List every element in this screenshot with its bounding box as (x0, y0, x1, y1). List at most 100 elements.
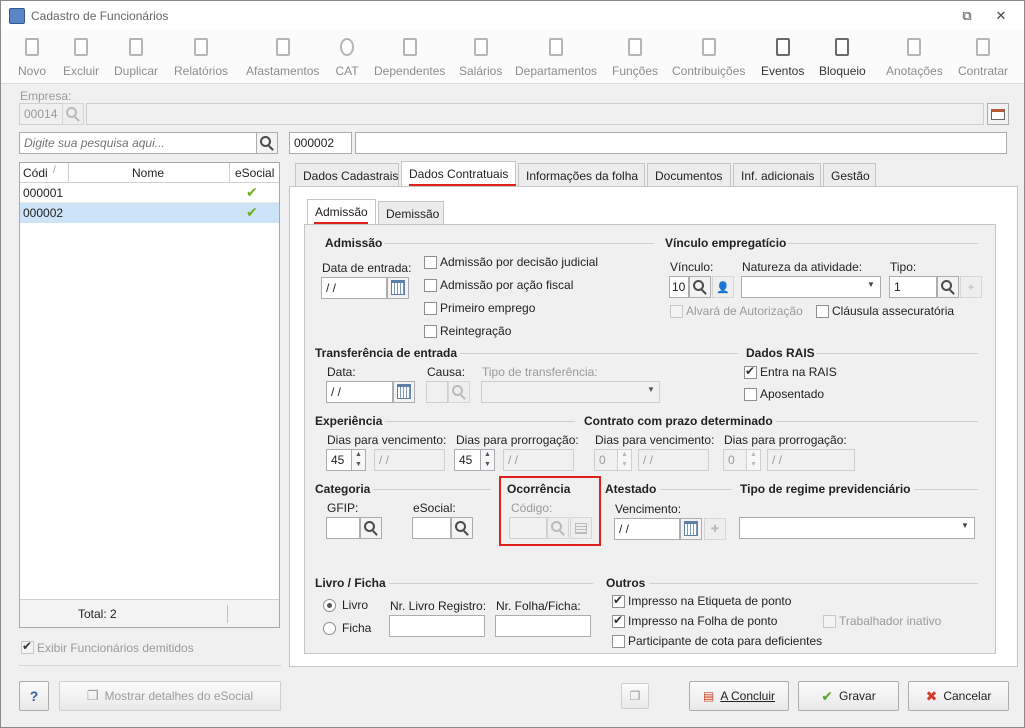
copy-button[interactable]: ❐ (621, 683, 649, 709)
gfip-search-button[interactable] (360, 517, 382, 539)
activity-nature-select[interactable] (741, 276, 881, 298)
bond-search-button[interactable] (689, 276, 711, 298)
house-icon (271, 35, 295, 61)
type-search-button[interactable] (937, 276, 959, 298)
reintegration-checkbox[interactable] (424, 325, 437, 338)
company-name-field[interactable] (86, 103, 984, 125)
book-radio[interactable] (323, 599, 336, 612)
transfer-date-calendar-button[interactable] (393, 381, 415, 403)
certificate-calendar-button[interactable] (680, 518, 702, 540)
tab-dados-cadastrais[interactable]: Dados Cadastrais (295, 163, 399, 187)
close-icon[interactable]: ✕ (991, 7, 1011, 25)
occurrence-search-button[interactable] (547, 517, 569, 539)
gfip-field[interactable] (326, 517, 360, 539)
exp-due-days-spinner[interactable]: ▲ ▼ (352, 449, 366, 471)
inactive-worker-checkbox[interactable] (823, 615, 836, 628)
badge-icon (623, 35, 647, 61)
contract-extension-days-field[interactable]: 0 (723, 449, 747, 471)
restore-icon[interactable]: ⧉ (957, 7, 977, 25)
entry-date-calendar-button[interactable] (387, 277, 409, 299)
search-button[interactable] (256, 132, 278, 154)
transfer-cause-search-button[interactable] (448, 381, 470, 403)
exp-due-date-field[interactable]: / / (374, 449, 445, 471)
transfer-cause-field[interactable] (426, 381, 448, 403)
show-dismissed-checkbox[interactable] (21, 639, 34, 654)
type-add-button[interactable]: + (960, 276, 982, 298)
certificate-due-field[interactable]: / / (614, 518, 680, 540)
duplicate-button[interactable]: Duplicar (114, 35, 158, 78)
delete-button[interactable]: Excluir (63, 35, 99, 78)
exp-extension-days-spinner[interactable]: ▲ ▼ (481, 449, 495, 471)
employee-code-field[interactable]: 000002 (289, 132, 352, 154)
first-job-checkbox[interactable] (424, 302, 437, 315)
contract-extension-days-spinner[interactable]: ▲ ▼ (747, 449, 761, 471)
assurance-clause-checkbox[interactable] (816, 305, 829, 318)
employee-name-field[interactable] (355, 132, 1007, 154)
type-field[interactable]: 1 (889, 276, 937, 298)
company-window-button[interactable] (987, 103, 1009, 125)
save-button[interactable]: ✔ Gravar (798, 681, 899, 711)
table-row[interactable]: 000001 ✔ (20, 184, 279, 203)
sheet-number-field[interactable] (495, 615, 591, 637)
subtab-demissao[interactable]: Demissão (378, 201, 444, 225)
authorization-permit-checkbox[interactable] (670, 305, 683, 318)
tab-inf-adicionais[interactable]: Inf. adicionais (733, 163, 821, 187)
enters-rais-checkbox[interactable] (744, 364, 757, 379)
fiscal-admission-checkbox[interactable] (424, 279, 437, 292)
entry-date-field[interactable]: / / (321, 277, 387, 299)
disability-quota-checkbox[interactable] (612, 635, 625, 648)
exp-due-days-field[interactable]: 45 (326, 449, 352, 471)
esocial-category-field[interactable] (412, 517, 451, 539)
contract-due-days-field[interactable]: 0 (594, 449, 618, 471)
reports-button[interactable]: Relatórios (174, 35, 228, 78)
timesheet-checkbox[interactable] (612, 613, 625, 628)
hire-button[interactable]: Contratar (958, 35, 1008, 78)
occurrence-code-field[interactable] (509, 517, 547, 539)
table-row[interactable]: 000002 ✔ (20, 203, 279, 223)
lock-button[interactable]: Bloqueio (819, 35, 866, 78)
bond-field[interactable]: 10 (669, 276, 689, 298)
company-search-button[interactable] (62, 103, 84, 125)
judicial-admission-checkbox[interactable] (424, 256, 437, 269)
transfer-type-select[interactable] (481, 381, 660, 403)
company-code-field[interactable]: 00014 (19, 103, 63, 125)
contract-due-date-field[interactable]: / / (638, 449, 709, 471)
esocial-details-button[interactable]: ❐ Mostrar detalhes do eSocial (59, 681, 281, 711)
transfer-date-field[interactable]: / / (326, 381, 393, 403)
retired-checkbox[interactable] (744, 388, 757, 401)
cancel-button[interactable]: ✖ Cancelar (908, 681, 1009, 711)
conclude-button[interactable]: ▤ A Concluir (689, 681, 789, 711)
column-esocial[interactable]: eSocial (235, 166, 274, 180)
esocial-category-search-button[interactable] (451, 517, 473, 539)
pension-regime-select[interactable] (739, 517, 975, 539)
contribution-icon (697, 35, 721, 61)
help-button[interactable]: ? (19, 681, 49, 711)
departments-button[interactable]: Departamentos (515, 35, 597, 78)
tab-gestao[interactable]: Gestão (823, 163, 876, 187)
tab-informacoes-folha[interactable]: Informações da folha (518, 163, 645, 187)
certificate-add-button[interactable]: ✚ (704, 518, 726, 540)
functions-button[interactable]: Funções (612, 35, 658, 78)
contract-extension-date-field[interactable]: / / (767, 449, 855, 471)
exp-extension-days-field[interactable]: 45 (454, 449, 481, 471)
timecard-label-checkbox[interactable] (612, 593, 625, 608)
sheet-radio[interactable] (323, 622, 336, 635)
search-input[interactable] (19, 132, 257, 154)
exp-extension-date-field[interactable]: / / (503, 449, 574, 471)
cat-button[interactable]: CAT (335, 35, 359, 78)
column-code[interactable]: Códi (23, 166, 48, 180)
leaves-button[interactable]: Afastamentos (246, 35, 319, 78)
column-name[interactable]: Nome (132, 166, 164, 180)
contributions-button[interactable]: Contribuições (672, 35, 745, 78)
notes-button[interactable]: Anotações (886, 35, 943, 78)
contract-due-days-spinner[interactable]: ▲ ▼ (618, 449, 632, 471)
occurrence-list-button[interactable] (570, 517, 592, 539)
new-button[interactable]: Novo (18, 35, 46, 78)
salaries-button[interactable]: Salários (459, 35, 502, 78)
dependents-button[interactable]: Dependentes (374, 35, 445, 78)
bond-add-button[interactable]: 👤 (712, 276, 734, 298)
events-button[interactable]: Eventos (761, 35, 804, 78)
tab-documentos[interactable]: Documentos (647, 163, 731, 187)
book-number-field[interactable] (389, 615, 485, 637)
section-outros: Outros (606, 576, 646, 590)
